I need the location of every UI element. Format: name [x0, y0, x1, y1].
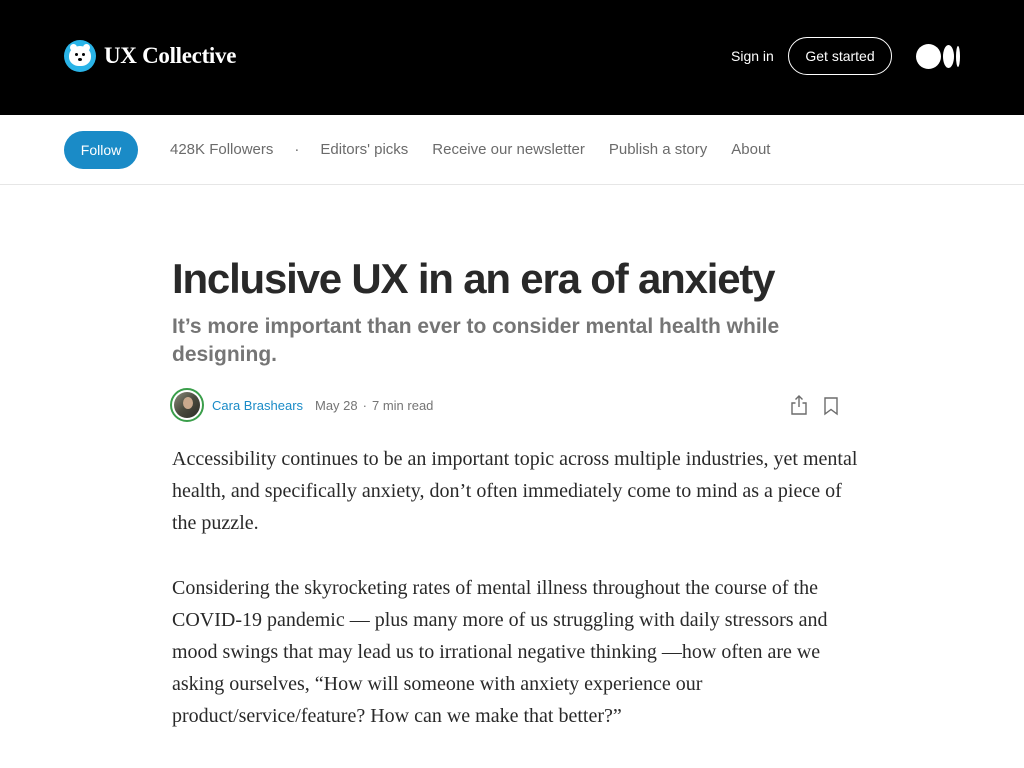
share-icon[interactable]: [789, 394, 809, 416]
follow-button[interactable]: Follow: [64, 131, 138, 169]
author-avatar[interactable]: [170, 388, 204, 422]
nav-link-newsletter[interactable]: Receive our newsletter: [432, 141, 585, 158]
article-meta: May 28 · 7 min read: [315, 398, 433, 413]
sign-in-link[interactable]: Sign in: [731, 48, 774, 64]
article-paragraph: Considering the skyrocketing rates of me…: [172, 577, 828, 727]
nav-link-editors-picks[interactable]: Editors' picks: [320, 141, 408, 158]
meta-separator: ·: [362, 398, 367, 413]
article-paragraph: Accessibility continues to be an importa…: [172, 448, 858, 534]
followers-count[interactable]: 428K Followers: [170, 141, 273, 158]
publication-name: UX Collective: [104, 43, 237, 68]
publication-brand[interactable]: UX Collective: [64, 40, 236, 72]
get-started-button[interactable]: Get started: [788, 37, 892, 75]
nav-separator: ·: [294, 141, 300, 158]
site-header: UX Collective Sign in Get started: [0, 0, 1024, 115]
medium-logo-icon[interactable]: [916, 44, 961, 69]
nav-link-publish-story[interactable]: Publish a story: [609, 141, 707, 158]
author-name-link[interactable]: Cara Brashears: [212, 398, 303, 413]
bookmark-icon[interactable]: [822, 396, 840, 416]
publication-nav-bar: Follow 428K Followers · Editors' picks R…: [0, 115, 1024, 185]
read-time: 7 min read: [371, 398, 434, 413]
publication-nav: 428K Followers · Editors' picks Receive …: [170, 141, 794, 158]
publish-date: May 28: [315, 398, 358, 413]
nav-link-about[interactable]: About: [731, 141, 770, 158]
polar-bear-logo-icon: [64, 40, 96, 72]
article-title: Inclusive UX in an era of anxiety: [172, 255, 775, 302]
article-byline: Cara Brashears May 28 · 7 min read: [170, 388, 850, 422]
article-subtitle: It’s more important than ever to conside…: [172, 315, 780, 366]
